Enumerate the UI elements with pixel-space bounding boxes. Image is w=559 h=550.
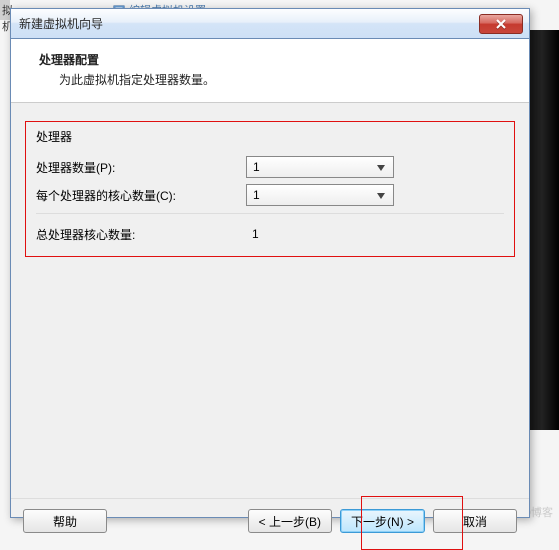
processors-value: 1 [253, 160, 373, 174]
total-value: 1 [246, 227, 259, 241]
processors-row: 处理器数量(P): 1 [36, 153, 504, 181]
wizard-header: 处理器配置 为此虚拟机指定处理器数量。 [11, 39, 529, 103]
wizard-content: 处理器 处理器数量(P): 1 每个处理器的核心数量(C): 1 [11, 103, 529, 498]
chevron-down-icon [373, 188, 389, 202]
chevron-down-icon [373, 160, 389, 174]
processors-label: 处理器数量(P): [36, 159, 246, 176]
dialog-title: 新建虚拟机向导 [17, 15, 479, 32]
group-title: 处理器 [36, 128, 504, 145]
titlebar[interactable]: 新建虚拟机向导 [11, 9, 529, 39]
help-button[interactable]: 帮助 [23, 509, 107, 533]
cores-value: 1 [253, 188, 373, 202]
bg-truncated-text: 拟机 [0, 0, 10, 20]
new-vm-wizard-dialog: 新建虚拟机向导 处理器配置 为此虚拟机指定处理器数量。 处理器 处理器数量(P)… [10, 8, 530, 518]
processor-group: 处理器 处理器数量(P): 1 每个处理器的核心数量(C): 1 [25, 121, 515, 257]
highlight-box [361, 496, 463, 550]
divider [36, 213, 504, 214]
processors-dropdown[interactable]: 1 [246, 156, 394, 178]
close-icon [495, 19, 507, 29]
back-button[interactable]: < 上一步(B) [248, 509, 332, 533]
total-row: 总处理器核心数量: 1 [36, 220, 504, 248]
total-label: 总处理器核心数量: [36, 226, 246, 243]
cores-label: 每个处理器的核心数量(C): [36, 187, 246, 204]
cores-row: 每个处理器的核心数量(C): 1 [36, 181, 504, 209]
close-button[interactable] [479, 14, 523, 34]
header-title: 处理器配置 [39, 51, 509, 68]
cores-dropdown[interactable]: 1 [246, 184, 394, 206]
header-subtitle: 为此虚拟机指定处理器数量。 [39, 71, 509, 88]
